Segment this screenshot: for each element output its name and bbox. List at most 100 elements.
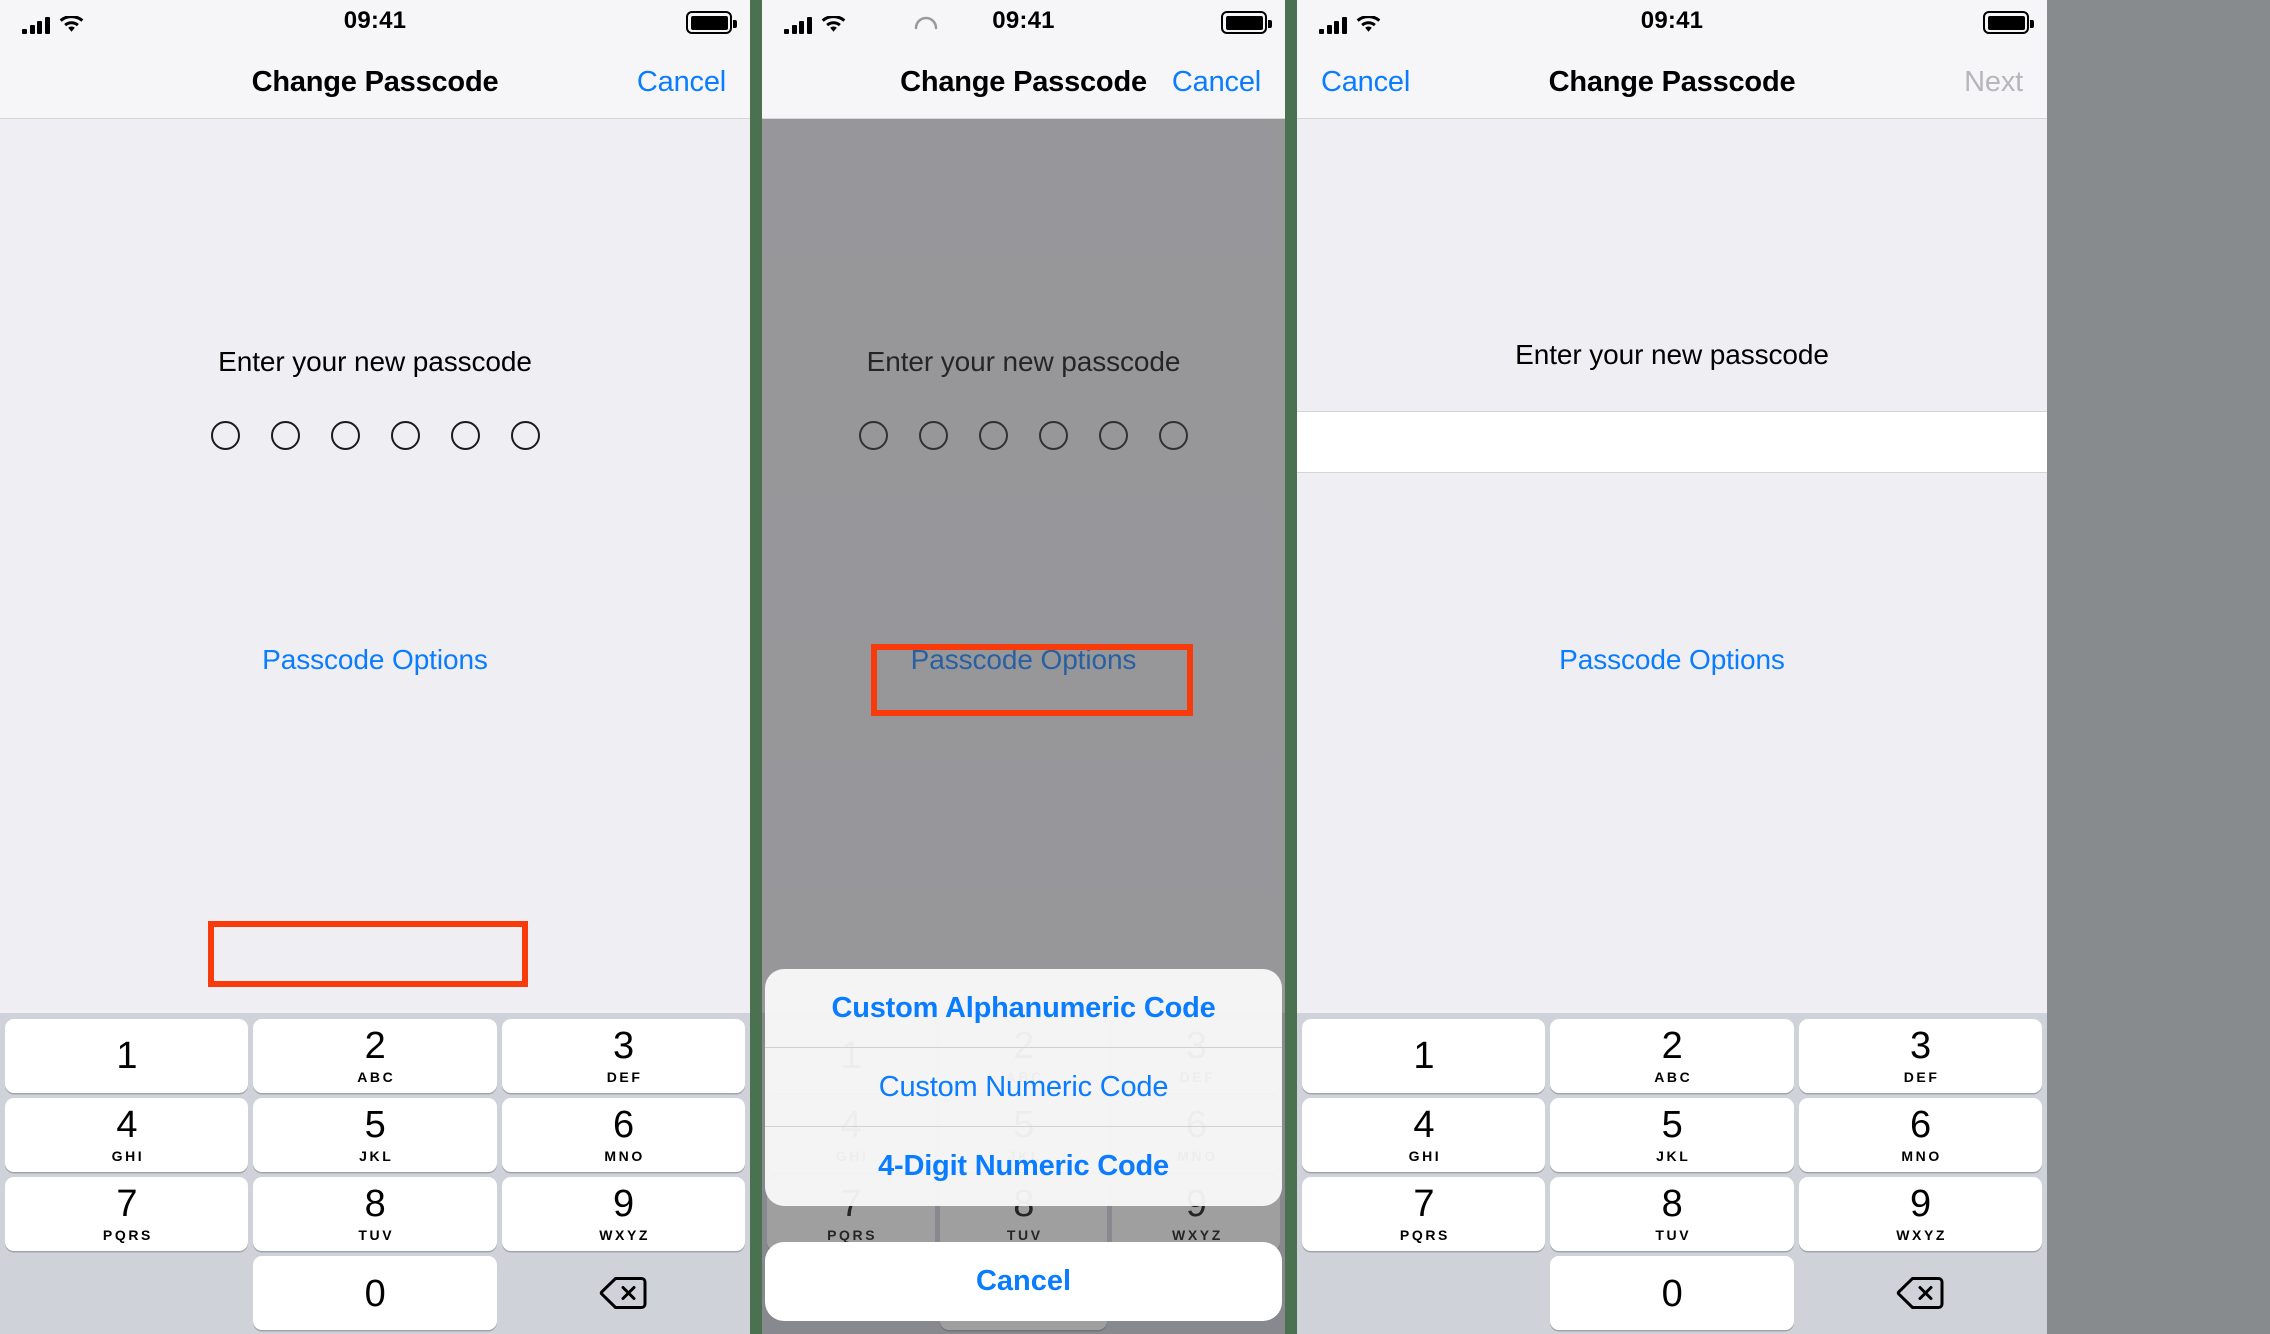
key-number: 2 [1661,1025,1683,1067]
key-number: 3 [1910,1025,1931,1067]
key-3[interactable]: 3 DEF [501,1019,745,1093]
battery-full-icon [686,11,737,34]
passcode-dot [330,421,360,450]
key-number: 9 [613,1183,634,1225]
key-1[interactable]: 1 [1302,1019,1546,1093]
numeric-keypad: 1 2 ABC 3 DEF 4 GHI 5 JKL 6 MNO 7 PQRS 8 TUV 9 W… [0,1013,750,1334]
passcode-input-field[interactable] [1297,411,2047,473]
option-custom-alphanumeric-code[interactable]: Custom Alphanumeric Code [765,969,1282,1048]
keypad-row: 7 PQRS 8 TUV 9 WXYZ [1302,1177,2042,1251]
key-3[interactable]: 3 DEF [1798,1019,2042,1093]
key-8[interactable]: 8 TUV [1550,1177,1794,1251]
key-number: 1 [1413,1035,1434,1077]
backspace-delete-icon[interactable] [502,1256,745,1330]
key-number: 5 [364,1104,386,1146]
passcode-dot [210,421,240,450]
key-letters: PQRS [1399,1227,1450,1243]
key-number: 4 [116,1104,137,1146]
passcode-options-button[interactable]: Passcode Options [1297,644,2047,676]
panel-divider [750,0,762,1334]
passcode-dot [450,421,480,450]
passcode-options-action-sheet: Custom Alphanumeric Code Custom Numeric … [765,969,1282,1206]
key-letters: ABC [357,1069,396,1085]
key-8[interactable]: 8 TUV [253,1177,497,1251]
key-letters: TUV [358,1227,395,1243]
annotation-highlight-passcode-options [208,921,528,987]
key-9[interactable]: 9 WXYZ [1798,1177,2042,1251]
panel-passcode-entry: 09:41 Change Passcode Cancel Enter your … [0,0,750,1334]
key-9[interactable]: 9 WXYZ [501,1177,745,1251]
passcode-prompt: Enter your new passcode [218,346,532,377]
key-7[interactable]: 7 PQRS [1302,1177,1546,1251]
keypad-row: 4 GHI 5 JKL 6 MNO [1302,1098,2042,1172]
key-number: 6 [1910,1104,1931,1146]
key-4[interactable]: 4 GHI [5,1098,249,1172]
numeric-keypad: 1 2 ABC 3 DEF 4 GHI 5 JKL 6 MNO 7 PQRS 8 TUV 9 W… [1297,1013,2047,1334]
nav-bar: Cancel Change Passcode Next [1297,46,2047,119]
key-letters: WXYZ [1896,1227,1948,1243]
backspace-delete-icon[interactable] [1799,1256,2042,1330]
key-number: 8 [364,1183,386,1225]
key-5[interactable]: 5 JKL [1550,1098,1794,1172]
panel-body: Enter your new passcode Passcode Options… [762,119,1285,1334]
keypad-row: 0 [1302,1256,2042,1330]
action-sheet-cancel-button[interactable]: Cancel [765,1242,1282,1321]
key-letters: GHI [1408,1148,1442,1164]
status-bar: 09:41 [1297,0,2047,46]
key-7[interactable]: 7 PQRS [5,1177,249,1251]
key-letters: MNO [604,1148,645,1164]
status-bar-clock: 09:41 [1640,7,1704,34]
key-letters: GHI [111,1148,145,1164]
key-6[interactable]: 6 MNO [501,1098,745,1172]
screenshot-stage: 09:41 Change Passcode Cancel Enter your … [0,0,2270,1334]
passcode-dots [0,421,750,450]
key-letters: DEF [1903,1069,1940,1085]
key-number: 7 [116,1183,137,1225]
key-1[interactable]: 1 [5,1019,249,1093]
key-number: 4 [1413,1104,1434,1146]
passcode-prompt: Enter your new passcode [1515,339,1829,370]
key-5[interactable]: 5 JKL [253,1098,497,1172]
key-letters: MNO [1901,1148,1942,1164]
key-letters: JKL [1656,1148,1691,1164]
battery-full-icon [1983,11,2034,34]
passcode-dot [270,421,300,450]
key-6[interactable]: 6 MNO [1798,1098,2042,1172]
cancel-button[interactable]: Cancel [637,66,726,99]
key-letters: JKL [359,1148,394,1164]
key-letters: ABC [1654,1069,1693,1085]
key-0[interactable]: 0 [1550,1256,1794,1330]
passcode-options-button[interactable]: Passcode Options [0,644,750,676]
nav-bar: Change Passcode Cancel [0,46,750,119]
panel-body: Enter your new passcode Passcode Options… [1297,119,2047,1334]
key-letters: WXYZ [599,1227,651,1243]
panel-body: Enter your new passcode Passcode Options… [0,119,750,1334]
nav-bar: Change Passcode Cancel [762,46,1285,119]
option-4-digit-numeric-code[interactable]: 4-Digit Numeric Code [765,1127,1282,1206]
keypad-row: 1 2 ABC 3 DEF [5,1019,745,1093]
key-number: 7 [1413,1183,1434,1225]
keypad-row: 7 PQRS 8 TUV 9 WXYZ [5,1177,745,1251]
key-4[interactable]: 4 GHI [1302,1098,1546,1172]
key-number: 9 [1910,1183,1931,1225]
key-2[interactable]: 2 ABC [1550,1019,1794,1093]
key-number: 8 [1661,1183,1683,1225]
keypad-row: 0 [5,1256,745,1330]
passcode-dot [390,421,420,450]
key-blank [1302,1256,1545,1330]
status-bar: 09:41 [0,0,750,46]
option-custom-numeric-code[interactable]: Custom Numeric Code [765,1048,1282,1127]
key-2[interactable]: 2 ABC [253,1019,497,1093]
status-bar-clock: 09:41 [992,7,1055,34]
panel-divider [1285,0,1297,1334]
next-button[interactable]: Next [1964,66,2023,99]
key-letters: DEF [606,1069,643,1085]
key-blank [5,1256,248,1330]
key-number: 2 [364,1025,386,1067]
key-number: 0 [1661,1273,1683,1315]
key-number: 5 [1661,1104,1683,1146]
cancel-button[interactable]: Cancel [1172,66,1261,99]
key-letters: TUV [1655,1227,1692,1243]
key-0[interactable]: 0 [253,1256,497,1330]
key-number: 0 [364,1273,386,1315]
